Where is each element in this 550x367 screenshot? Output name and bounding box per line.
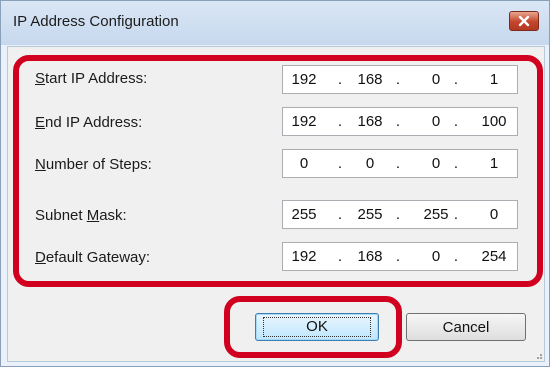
fields-highlight-annotation bbox=[13, 55, 543, 287]
close-icon bbox=[518, 15, 530, 27]
dialog-window: IP Address Configuration Start IP Addres… bbox=[0, 0, 550, 367]
close-button[interactable] bbox=[509, 11, 539, 31]
window-title: IP Address Configuration bbox=[13, 13, 179, 30]
cancel-button-label: Cancel bbox=[442, 318, 490, 336]
resize-grip-icon[interactable] bbox=[533, 350, 543, 360]
ok-highlight-annotation bbox=[224, 296, 402, 358]
title-bar[interactable]: IP Address Configuration bbox=[1, 1, 549, 45]
cancel-button[interactable]: Cancel bbox=[406, 313, 526, 341]
